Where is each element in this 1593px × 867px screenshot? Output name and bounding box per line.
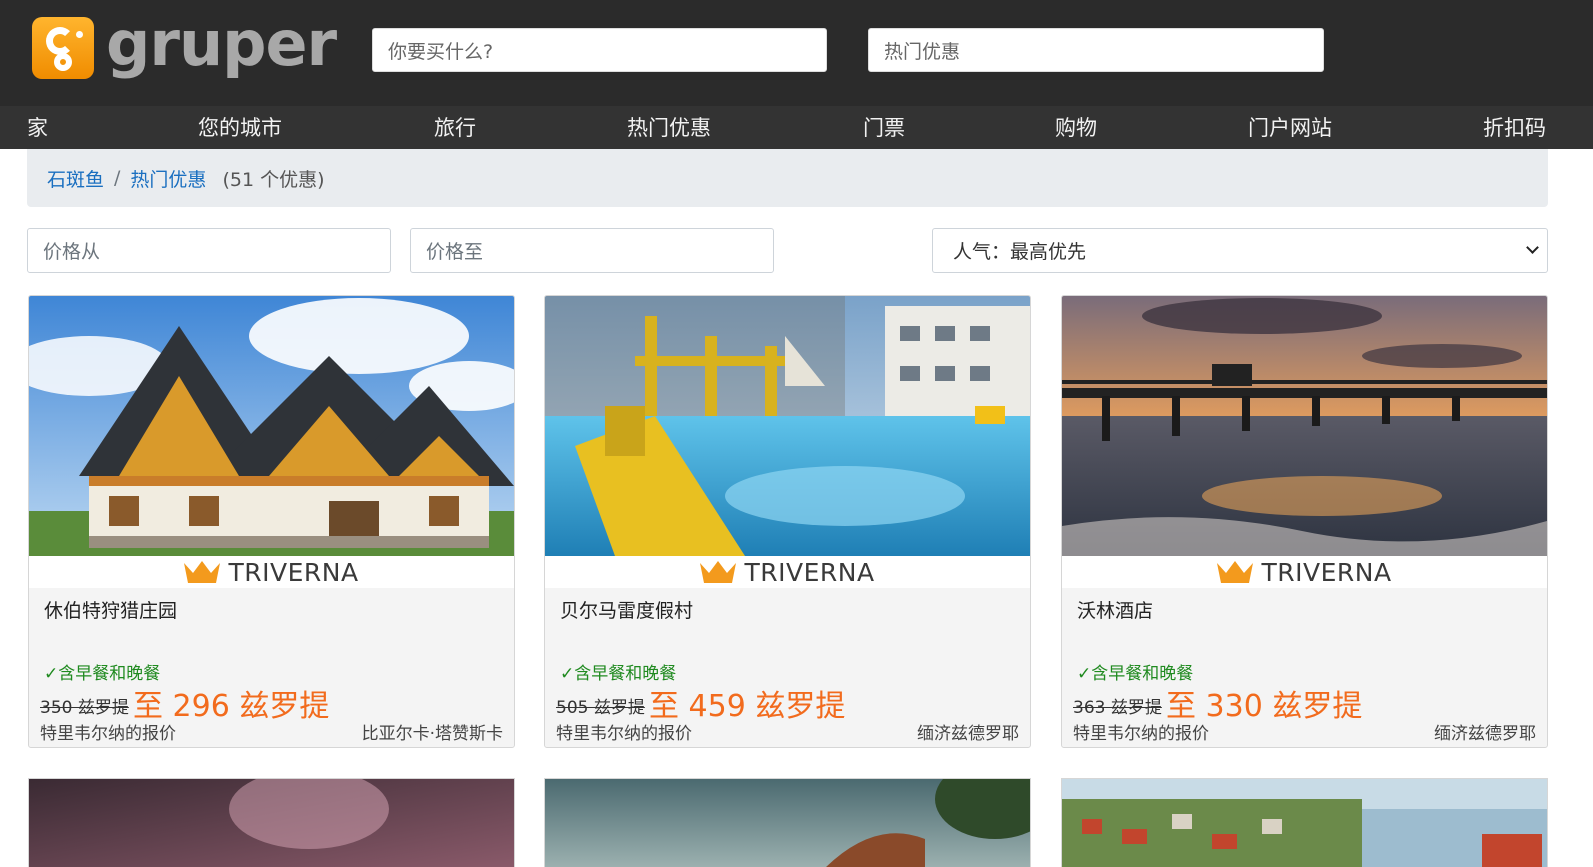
sort-selected-value: 人气：最高优先 <box>953 241 1087 263</box>
nav-item-discount-codes[interactable]: 折扣码 <box>1483 106 1546 149</box>
offer-title[interactable]: 休伯特狩猎庄园 <box>44 596 177 623</box>
offer-image-pier[interactable] <box>1062 296 1547 556</box>
brand-bar: TRIVERNA <box>545 556 1030 588</box>
breadcrumb-separator: / <box>114 167 121 189</box>
offer-card[interactable]: TRIVERNA 贝尔马雷度假村 ✓含早餐和晚餐 505 兹罗提 至 459 兹… <box>544 295 1031 748</box>
offer-card[interactable] <box>1061 778 1548 867</box>
brand-name: TRIVERNA <box>228 557 359 587</box>
price-to-input[interactable]: 价格至 <box>410 228 774 273</box>
old-price: 505 兹罗提 <box>556 698 645 718</box>
crown-icon <box>184 561 221 583</box>
offer-by: 特里韦尔纳的报价 <box>40 724 176 744</box>
offer-image-interior[interactable] <box>29 779 515 867</box>
offer-image-resort[interactable] <box>545 296 1030 556</box>
offer-title[interactable]: 贝尔马雷度假村 <box>560 596 693 623</box>
offer-card[interactable]: TRIVERNA 休伯特狩猎庄园 ✓含早餐和晚餐 350 兹罗提 至 296 兹… <box>28 295 515 748</box>
offer-location: 缅济兹德罗耶 <box>1434 724 1536 744</box>
nav-item-home[interactable]: 家 <box>27 106 48 149</box>
offer-card[interactable] <box>544 778 1031 867</box>
offer-image-building[interactable] <box>545 779 1031 867</box>
sort-select[interactable]: 人气：最高优先 <box>932 228 1548 273</box>
nav-item-tickets[interactable]: 门票 <box>863 106 905 149</box>
old-price: 363 兹罗提 <box>1073 698 1162 718</box>
chevron-down-icon <box>1526 241 1539 254</box>
brand-bar: TRIVERNA <box>29 556 514 588</box>
category-input[interactable]: 热门优惠 <box>868 28 1324 72</box>
offer-card[interactable] <box>28 778 515 867</box>
nav-item-hot-deals[interactable]: 热门优惠 <box>627 106 711 149</box>
brand-bar: TRIVERNA <box>1062 556 1547 588</box>
nav-item-portals[interactable]: 门户网站 <box>1248 106 1332 149</box>
offer-image-town[interactable] <box>1062 779 1548 867</box>
offer-image-lodge[interactable] <box>29 296 514 556</box>
search-input[interactable]: 你要买什么? <box>372 28 827 72</box>
nav-item-travel[interactable]: 旅行 <box>434 106 476 149</box>
offer-by: 特里韦尔纳的报价 <box>556 724 692 744</box>
nav-item-your-city[interactable]: 您的城市 <box>198 106 282 149</box>
top-header: gruper 你要买什么? 热门优惠 <box>0 0 1593 106</box>
offer-title[interactable]: 沃林酒店 <box>1077 596 1153 623</box>
breadcrumb: 石斑鱼 / 热门优惠 (51 个优惠) <box>27 149 1548 207</box>
breadcrumb-current-link[interactable]: 热门优惠 <box>130 165 206 192</box>
logo-text: gruper <box>106 7 337 80</box>
main-nav: 家 您的城市 旅行 热门优惠 门票 购物 门户网站 折扣码 <box>0 106 1593 149</box>
brand-name: TRIVERNA <box>744 557 875 587</box>
nav-item-shopping[interactable]: 购物 <box>1055 106 1097 149</box>
offer-card[interactable]: TRIVERNA 沃林酒店 ✓含早餐和晚餐 363 兹罗提 至 330 兹罗提 … <box>1061 295 1548 748</box>
old-price: 350 兹罗提 <box>40 698 129 718</box>
gruper-logo-icon <box>32 17 94 79</box>
breadcrumb-home-link[interactable]: 石斑鱼 <box>47 165 104 192</box>
brand-name: TRIVERNA <box>1261 557 1392 587</box>
price-from-input[interactable]: 价格从 <box>27 228 391 273</box>
crown-icon <box>1217 561 1254 583</box>
offer-location: 比亚尔卡·塔赞斯卡 <box>361 724 503 744</box>
offer-count: (51 个优惠) <box>222 168 325 191</box>
gruper-logo[interactable]: gruper <box>32 13 337 79</box>
offer-location: 缅济兹德罗耶 <box>917 724 1019 744</box>
crown-icon <box>700 561 737 583</box>
offer-by: 特里韦尔纳的报价 <box>1073 724 1209 744</box>
